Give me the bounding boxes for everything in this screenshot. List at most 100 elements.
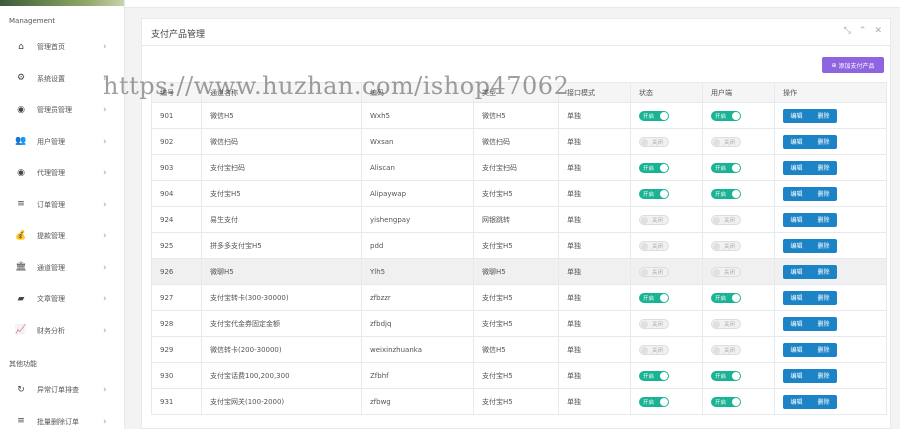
client-toggle[interactable]: 关闭	[711, 214, 741, 225]
collapse-icon[interactable]: ⌃	[859, 26, 867, 36]
cell-client: 开启	[702, 388, 775, 415]
close-icon[interactable]: ✕	[874, 26, 882, 36]
cell-id: 904	[151, 180, 202, 207]
cell-type: 支付宝H5	[473, 362, 559, 389]
edit-button[interactable]: 编辑	[790, 371, 802, 380]
cell-type: 网银跳转	[473, 206, 559, 233]
sidebar-item-1[interactable]: ⌂ 管理首页 ›	[0, 35, 124, 59]
delete-button[interactable]: 删除	[817, 111, 829, 120]
sidebar-item-2[interactable]: ≡ 批量删除订单 ›	[0, 410, 124, 429]
sidebar-item-3[interactable]: ◉ 管理员管理 ›	[0, 98, 124, 122]
client-toggle[interactable]: 关闭	[711, 240, 741, 251]
delete-button[interactable]: 删除	[817, 137, 829, 146]
user-circle-icon: ◉	[17, 167, 25, 178]
client-toggle[interactable]: 开启	[711, 292, 741, 303]
sidebar-item-label: 提款管理	[37, 232, 65, 240]
sidebar-item-8[interactable]: 🏛 通道管理 ›	[0, 256, 124, 280]
cell-type: 支付宝H5	[473, 232, 559, 259]
cell-status: 开启	[630, 388, 703, 415]
status-toggle[interactable]: 开启	[639, 110, 669, 121]
action-buttons: 编辑 删除	[783, 316, 837, 331]
delete-button[interactable]: 删除	[817, 293, 829, 302]
edit-button[interactable]: 编辑	[790, 241, 802, 250]
status-toggle[interactable]: 关闭	[639, 344, 669, 355]
sidebar-item-label: 管理首页	[37, 43, 65, 51]
cell-name: 支付宝网关(100-2000)	[201, 388, 362, 415]
add-product-button[interactable]: ⊕ 添加支付产品	[822, 57, 884, 73]
expand-icon[interactable]: ⤡	[844, 26, 851, 36]
client-toggle[interactable]: 关闭	[711, 318, 741, 329]
toggle-knob	[641, 320, 648, 328]
edit-button[interactable]: 编辑	[790, 345, 802, 354]
cell-actions: 编辑 删除	[774, 128, 887, 155]
column-header: 通道名称	[201, 82, 362, 103]
sidebar-item-4[interactable]: 👥 用户管理 ›	[0, 130, 124, 154]
toggle-label: 开启	[715, 165, 727, 172]
delete-button[interactable]: 删除	[817, 397, 829, 406]
status-toggle[interactable]: 开启	[639, 162, 669, 173]
status-toggle[interactable]: 开启	[639, 396, 669, 407]
payment-products-panel: 支付产品管理 ⤡ ⌃ ✕ ⊕ 添加支付产品 编号 通道名称 编码 类型 接口模式 状态 用户…	[141, 18, 891, 429]
status-toggle[interactable]: 开启	[639, 292, 669, 303]
edit-button[interactable]: 编辑	[790, 397, 802, 406]
edit-button[interactable]: 编辑	[790, 293, 802, 302]
client-toggle[interactable]: 关闭	[711, 344, 741, 355]
cell-mode: 单独	[558, 128, 631, 155]
cell-actions: 编辑 删除	[774, 102, 887, 129]
toggle-knob	[732, 293, 740, 302]
status-toggle[interactable]: 关闭	[639, 214, 669, 225]
status-toggle[interactable]: 开启	[639, 370, 669, 381]
delete-button[interactable]: 删除	[817, 241, 829, 250]
edit-button[interactable]: 编辑	[790, 137, 802, 146]
cell-code: zfbdjq	[361, 310, 474, 337]
sidebar-item-10[interactable]: 📈 财务分析 ›	[0, 319, 124, 343]
sidebar-item-2[interactable]: ⚙ 系统设置 ›	[0, 67, 124, 91]
client-toggle[interactable]: 开启	[711, 396, 741, 407]
status-toggle[interactable]: 关闭	[639, 266, 669, 277]
client-toggle[interactable]: 开启	[711, 188, 741, 199]
client-toggle[interactable]: 开启	[711, 110, 741, 121]
sidebar-item-7[interactable]: 💰 提款管理 ›	[0, 224, 124, 248]
chevron-right-icon: ›	[103, 325, 107, 336]
delete-button[interactable]: 删除	[817, 345, 829, 354]
chevron-right-icon: ›	[103, 385, 107, 395]
toggle-label: 关闭	[724, 321, 736, 328]
client-toggle[interactable]: 开启	[711, 162, 741, 173]
cell-client: 开启	[702, 154, 775, 181]
action-buttons: 编辑 删除	[783, 186, 837, 201]
delete-button[interactable]: 删除	[817, 215, 829, 224]
client-toggle[interactable]: 开启	[711, 370, 741, 381]
edit-button[interactable]: 编辑	[790, 163, 802, 172]
edit-button[interactable]: 编辑	[790, 189, 802, 198]
delete-button[interactable]: 删除	[817, 267, 829, 276]
cell-type: 支付宝H5	[473, 284, 559, 311]
cell-client: 关闭	[702, 232, 775, 259]
edit-button[interactable]: 编辑	[790, 267, 802, 276]
edit-button[interactable]: 编辑	[790, 215, 802, 224]
delete-button[interactable]: 删除	[817, 319, 829, 328]
top-bar	[125, 0, 900, 8]
delete-button[interactable]: 删除	[817, 371, 829, 380]
status-toggle[interactable]: 关闭	[639, 318, 669, 329]
status-toggle[interactable]: 关闭	[639, 240, 669, 251]
edit-button[interactable]: 编辑	[790, 111, 802, 120]
sidebar-item-1[interactable]: ↻ 异常订单排查 ›	[0, 378, 124, 402]
toggle-label: 开启	[643, 191, 655, 198]
edit-button[interactable]: 编辑	[790, 319, 802, 328]
column-header: 类型	[473, 82, 559, 103]
client-toggle[interactable]: 关闭	[711, 136, 741, 147]
sidebar-item-label: 通道管理	[37, 263, 65, 272]
table-row: 901 微信H5 Wxh5 微信H5 单独 开启 开启 编辑 删除	[151, 102, 887, 129]
status-toggle[interactable]: 开启	[639, 188, 669, 199]
sidebar: Management ⌂ 管理首页 › ⚙ 系统设置 › ◉ 管理员管理 › 👥 用户管理 › ◉ 代理管…	[0, 0, 125, 429]
cell-code: weixinzhuanka	[361, 336, 474, 363]
sidebar-item-6[interactable]: ≡ 订单管理 ›	[0, 193, 124, 217]
delete-button[interactable]: 删除	[817, 189, 829, 198]
status-toggle[interactable]: 关闭	[639, 136, 669, 147]
sidebar-item-9[interactable]: ▰ 文章管理 ›	[0, 287, 124, 311]
delete-button[interactable]: 删除	[817, 163, 829, 172]
table-row: 927 支付宝转卡(300-30000) zfbzzr 支付宝H5 单独 开启 开启 编辑 删除	[151, 284, 887, 311]
client-toggle[interactable]: 关闭	[711, 266, 741, 277]
cell-id: 902	[151, 128, 202, 155]
sidebar-item-5[interactable]: ◉ 代理管理 ›	[0, 161, 124, 185]
